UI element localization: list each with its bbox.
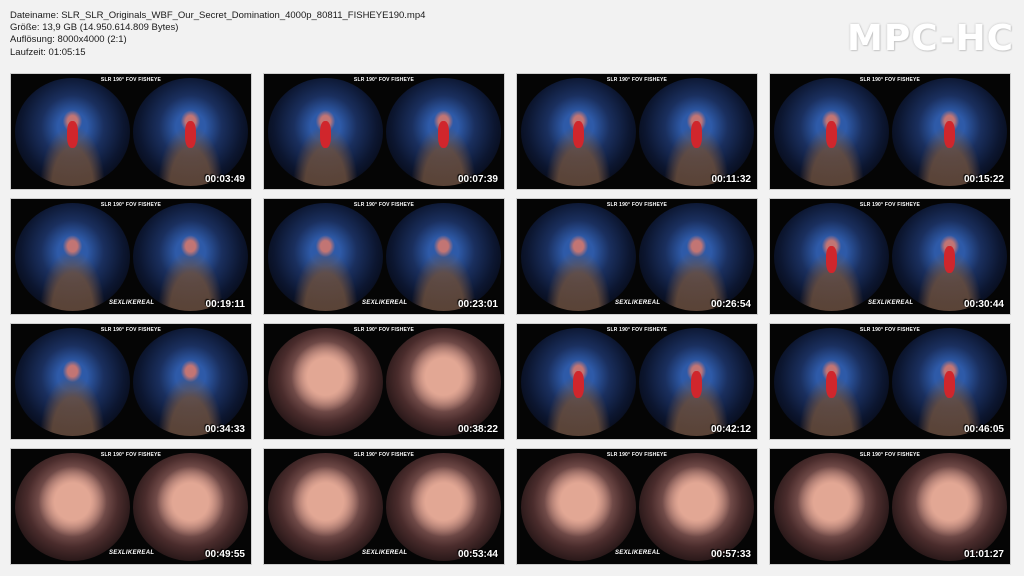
thumbnail-header: SLR 190° FOV FISHEYE: [606, 452, 668, 458]
left-fisheye-image: [521, 453, 636, 561]
thumbnail[interactable]: SLR 190° FOV FISHEYE 00:38:22: [263, 323, 505, 440]
thumbnail-header: SLR 190° FOV FISHEYE: [606, 327, 668, 333]
thumbnail-timestamp: 00:07:39: [457, 174, 498, 185]
thumbnail-brand: SEXLIKEREAL: [362, 300, 408, 306]
left-fisheye-image: [268, 203, 383, 311]
right-fisheye-image: [386, 203, 501, 311]
file-name: Dateiname: SLR_SLR_Originals_WBF_Our_Sec…: [10, 10, 426, 21]
thumbnail[interactable]: SLR 190° FOV FISHEYE 00:34:33: [10, 323, 252, 440]
thumbnail-timestamp: 00:19:11: [205, 299, 245, 310]
thumbnail[interactable]: SLR 190° FOV FISHEYE SEXLIKEREAL 00:57:33: [516, 448, 758, 565]
thumbnail[interactable]: SLR 190° FOV FISHEYE SEXLIKEREAL 00:26:54: [516, 198, 758, 315]
thumbnail[interactable]: SLR 190° FOV FISHEYE 01:01:27: [769, 448, 1011, 565]
thumbnail-timestamp: 00:03:49: [204, 174, 245, 185]
left-fisheye-image: [268, 78, 383, 186]
left-fisheye-image: [521, 203, 636, 311]
left-fisheye-image: [15, 328, 130, 436]
thumbnail-timestamp: 00:42:12: [710, 424, 751, 435]
thumbnail-brand: SEXLIKEREAL: [109, 300, 155, 306]
thumbnail-header: SLR 190° FOV FISHEYE: [859, 327, 921, 333]
thumbnail-brand: SEXLIKEREAL: [362, 550, 408, 556]
thumbnail-brand: SEXLIKEREAL: [868, 300, 914, 306]
thumbnail[interactable]: SLR 190° FOV FISHEYE SEXLIKEREAL 00:53:44: [263, 448, 505, 565]
right-fisheye-image: [639, 203, 754, 311]
thumbnail-timestamp: 01:01:27: [963, 549, 1004, 560]
right-fisheye-image: [133, 78, 248, 186]
thumbnail-timestamp: 00:49:55: [204, 549, 245, 560]
thumbnail-header: SLR 190° FOV FISHEYE: [353, 77, 415, 83]
thumbnail-header: SLR 190° FOV FISHEYE: [353, 452, 415, 458]
thumbnail-header: SLR 190° FOV FISHEYE: [100, 452, 162, 458]
right-fisheye-image: [892, 203, 1007, 311]
thumbnail[interactable]: SLR 190° FOV FISHEYE SEXLIKEREAL 00:19:11: [10, 198, 252, 315]
thumbnail-header: SLR 190° FOV FISHEYE: [353, 327, 415, 333]
right-fisheye-image: [133, 203, 248, 311]
mpc-hc-logo: MPC-HC: [847, 18, 1014, 59]
thumbnail-header: SLR 190° FOV FISHEYE: [100, 202, 162, 208]
thumbnail-header: SLR 190° FOV FISHEYE: [859, 202, 921, 208]
right-fisheye-image: [892, 328, 1007, 436]
right-fisheye-image: [386, 328, 501, 436]
thumbnail[interactable]: SLR 190° FOV FISHEYE SEXLIKEREAL 00:23:01: [263, 198, 505, 315]
right-fisheye-image: [892, 78, 1007, 186]
thumbnail-timestamp: 00:34:33: [204, 424, 245, 435]
left-fisheye-image: [268, 453, 383, 561]
thumbnail[interactable]: SLR 190° FOV FISHEYE 00:07:39: [263, 73, 505, 190]
thumbnail-brand: SEXLIKEREAL: [615, 550, 661, 556]
thumbnail-timestamp: 00:30:44: [963, 299, 1004, 310]
thumbnail-header: SLR 190° FOV FISHEYE: [859, 77, 921, 83]
file-duration: Laufzeit: 01:05:15: [10, 46, 86, 58]
left-fisheye-image: [15, 453, 130, 561]
thumbnail-timestamp: 00:38:22: [457, 424, 498, 435]
thumbnail-grid: SLR 190° FOV FISHEYE 00:03:49 SLR 190° FOV…: [10, 73, 1011, 565]
thumbnail-brand: SEXLIKEREAL: [615, 300, 661, 306]
thumbnail-header: SLR 190° FOV FISHEYE: [100, 77, 162, 83]
thumbnail-timestamp: 00:57:33: [710, 549, 751, 560]
right-fisheye-image: [386, 453, 501, 561]
thumbnail-timestamp: 00:15:22: [963, 174, 1004, 185]
thumbnail-timestamp: 00:46:05: [963, 424, 1004, 435]
left-fisheye-image: [521, 78, 636, 186]
file-info: Dateiname: SLR_SLR_Originals_WBF_Our_Sec…: [10, 10, 425, 59]
right-fisheye-image: [386, 78, 501, 186]
thumbnail[interactable]: SLR 190° FOV FISHEYE SEXLIKEREAL 00:49:55: [10, 448, 252, 565]
left-fisheye-image: [15, 78, 130, 186]
thumbnail[interactable]: SLR 190° FOV FISHEYE 00:03:49: [10, 73, 252, 190]
file-resolution: Auflösung: 8000x4000 (2:1): [10, 34, 127, 46]
thumbnail-timestamp: 00:53:44: [457, 549, 498, 560]
thumbnail[interactable]: SLR 190° FOV FISHEYE 00:46:05: [769, 323, 1011, 440]
thumbnail[interactable]: SLR 190° FOV FISHEYE 00:15:22: [769, 73, 1011, 190]
thumbnail-timestamp: 00:26:54: [710, 299, 751, 310]
file-size: Größe: 13,9 GB (14.950.614.809 Bytes): [10, 22, 179, 34]
thumbnail-header: SLR 190° FOV FISHEYE: [606, 77, 668, 83]
left-fisheye-image: [774, 328, 889, 436]
thumbnail-timestamp: 00:23:01: [457, 299, 498, 310]
left-fisheye-image: [774, 453, 889, 561]
thumbnail-brand: SEXLIKEREAL: [109, 550, 155, 556]
thumbnail-header: SLR 190° FOV FISHEYE: [100, 327, 162, 333]
thumbnail-timestamp: 00:11:32: [711, 174, 751, 185]
thumbnail[interactable]: SLR 190° FOV FISHEYE SEXLIKEREAL 00:30:44: [769, 198, 1011, 315]
left-fisheye-image: [521, 328, 636, 436]
right-fisheye-image: [639, 328, 754, 436]
right-fisheye-image: [133, 328, 248, 436]
thumbnail-header: SLR 190° FOV FISHEYE: [859, 452, 921, 458]
right-fisheye-image: [639, 78, 754, 186]
thumbnail[interactable]: SLR 190° FOV FISHEYE 00:42:12: [516, 323, 758, 440]
left-fisheye-image: [774, 78, 889, 186]
left-fisheye-image: [15, 203, 130, 311]
thumbnail-header: SLR 190° FOV FISHEYE: [606, 202, 668, 208]
right-fisheye-image: [133, 453, 248, 561]
left-fisheye-image: [268, 328, 383, 436]
right-fisheye-image: [639, 453, 754, 561]
left-fisheye-image: [774, 203, 889, 311]
thumbnail-header: SLR 190° FOV FISHEYE: [353, 202, 415, 208]
right-fisheye-image: [892, 453, 1007, 561]
thumbnail[interactable]: SLR 190° FOV FISHEYE 00:11:32: [516, 73, 758, 190]
